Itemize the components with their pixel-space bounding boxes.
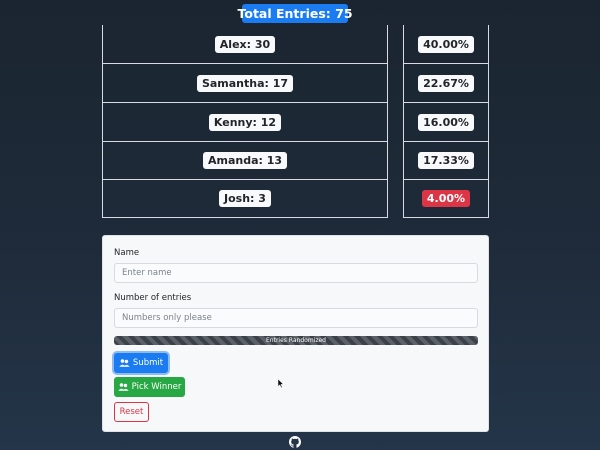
- reset-label: Reset: [119, 407, 144, 417]
- table-row: Samantha: 17 22.67%: [102, 64, 489, 103]
- pick-winner-label: Pick Winner: [131, 382, 182, 392]
- entry-percent-cell: 40.00%: [403, 25, 489, 64]
- entry-name-cell: Alex: 30: [102, 25, 388, 64]
- entry-percent-cell: 22.67%: [403, 64, 489, 103]
- entry-name: Kenny: 12: [208, 113, 282, 131]
- table-row: Amanda: 13 17.33%: [102, 141, 489, 180]
- entry-percent: 16.00%: [418, 113, 474, 131]
- table-row: Josh: 3 4.00%: [102, 179, 489, 218]
- entry-form: Name Number of entries Entries Randomize…: [102, 235, 489, 432]
- entry-percent: 22.67%: [418, 74, 474, 92]
- entry-percent-cell: 17.33%: [403, 141, 489, 180]
- pick-winner-button[interactable]: Pick Winner: [114, 377, 185, 397]
- submit-label: Submit: [132, 358, 164, 368]
- entry-name-cell: Josh: 3: [102, 179, 388, 218]
- entry-name: Josh: 3: [219, 189, 271, 207]
- entry-name-cell: Kenny: 12: [102, 103, 388, 142]
- name-input[interactable]: [114, 263, 478, 283]
- github-icon[interactable]: [289, 436, 301, 448]
- entries-input[interactable]: [114, 308, 478, 328]
- entry-percent-lowest: 4.00%: [421, 189, 471, 207]
- randomize-progress: Entries Randomized: [114, 336, 478, 345]
- entries-table: Alex: 30 40.00% Samantha: 17 22.67% Kenn…: [102, 25, 489, 218]
- reset-button[interactable]: Reset: [114, 402, 149, 422]
- name-label: Name: [114, 248, 140, 258]
- mouse-cursor-icon: [278, 379, 284, 388]
- entry-percent: 17.33%: [418, 151, 474, 169]
- entry-percent-cell: 4.00%: [403, 179, 489, 218]
- entry-name-cell: Amanda: 13: [102, 141, 388, 180]
- entry-name-cell: Samantha: 17: [102, 64, 388, 103]
- entry-percent-cell: 16.00%: [403, 103, 489, 142]
- table-row: Kenny: 12 16.00%: [102, 103, 489, 142]
- progress-label: Entries Randomized: [266, 337, 326, 344]
- entry-name: Samantha: 17: [196, 74, 294, 92]
- submit-button[interactable]: Submit: [114, 353, 168, 373]
- users-icon: [119, 359, 130, 367]
- entry-name: Amanda: 13: [202, 151, 288, 169]
- table-row: Alex: 30 40.00%: [102, 25, 489, 64]
- entry-name: Alex: 30: [214, 35, 276, 53]
- users-icon: [117, 383, 129, 391]
- randomize-progress-fill: Entries Randomized: [114, 336, 478, 345]
- total-entries-badge: Total Entries: 75: [237, 4, 353, 23]
- entry-percent: 40.00%: [418, 35, 474, 53]
- entries-label: Number of entries: [114, 293, 192, 303]
